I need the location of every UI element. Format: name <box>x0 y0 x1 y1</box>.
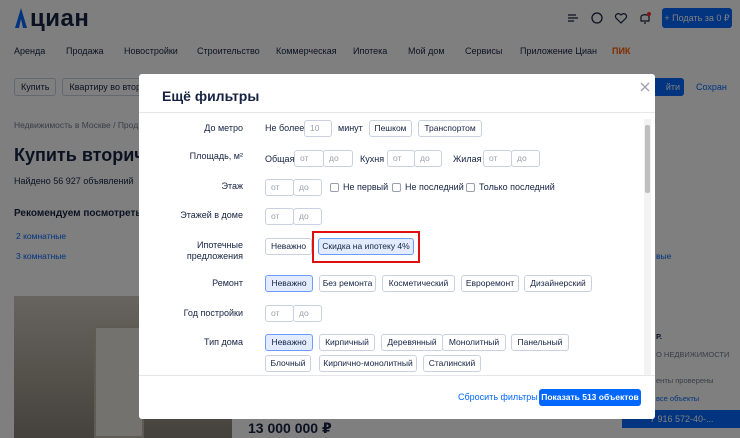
area-living-label: Жилая <box>453 154 482 164</box>
mortgage-label-line2: предложения <box>186 251 243 261</box>
metro-prefix: Не более <box>265 123 305 133</box>
not-first-label: Не первый <box>343 182 389 192</box>
modal-scrollbar[interactable] <box>644 119 651 375</box>
floor-label: Этаж <box>221 181 243 191</box>
house-type-wooden-button[interactable]: Деревянный <box>381 334 443 351</box>
only-last-checkbox[interactable] <box>466 183 475 192</box>
modal-title: Ещё фильтры <box>162 88 260 104</box>
repair-any-button[interactable]: Неважно <box>265 275 313 292</box>
only-last-label: Только последний <box>479 182 555 192</box>
area-kitchen-to[interactable]: до <box>414 150 442 167</box>
area-total-label: Общая <box>265 154 295 164</box>
house-type-label: Тип дома <box>204 337 243 347</box>
house-type-monolith-button[interactable]: Монолитный <box>442 334 506 351</box>
mortgage-label-line1: Ипотечные <box>196 240 243 250</box>
floors-total-label: Этажей в доме <box>180 210 243 220</box>
show-results-button[interactable]: Показать 513 объектов <box>539 389 641 406</box>
close-icon[interactable] <box>639 80 651 92</box>
mortgage-discount-button[interactable]: Скидка на ипотеку 4% <box>318 238 414 255</box>
header-divider <box>139 112 655 113</box>
house-type-panel-button[interactable]: Панельный <box>511 334 569 351</box>
scrollbar-thumb[interactable] <box>645 125 650 193</box>
not-last-label: Не последний <box>405 182 464 192</box>
house-type-any-button[interactable]: Неважно <box>265 334 313 351</box>
build-year-label: Год постройки <box>183 308 243 318</box>
area-kitchen-label: Кухня <box>360 154 385 164</box>
floor-to[interactable]: до <box>293 179 322 196</box>
house-type-brick-monolith-button[interactable]: Кирпично-монолитный <box>319 355 417 372</box>
footer-divider <box>139 375 655 376</box>
repair-euro-button[interactable]: Евроремонт <box>461 275 519 292</box>
metro-on-foot-button[interactable]: Пешком <box>369 120 412 137</box>
area-total-to[interactable]: до <box>323 150 353 167</box>
area-label: Площадь, м² <box>189 151 243 161</box>
metro-unit: минут <box>338 123 363 133</box>
area-living-from[interactable]: от <box>483 150 512 167</box>
build-year-from[interactable]: от <box>265 305 294 322</box>
metro-transport-button[interactable]: Транспортом <box>418 120 482 137</box>
repair-label: Ремонт <box>212 278 243 288</box>
floors-total-to[interactable]: до <box>293 208 322 225</box>
area-total-from[interactable]: от <box>294 150 324 167</box>
floors-total-from[interactable]: от <box>265 208 294 225</box>
more-filters-modal: Ещё фильтры До метро Не более 10 минут П… <box>139 74 655 419</box>
not-last-checkbox[interactable] <box>392 183 401 192</box>
floor-from[interactable]: от <box>265 179 294 196</box>
metro-label: До метро <box>204 123 243 133</box>
house-type-block-button[interactable]: Блочный <box>265 355 311 372</box>
house-type-stalin-button[interactable]: Сталинский <box>423 355 481 372</box>
area-living-to[interactable]: до <box>511 150 540 167</box>
repair-none-button[interactable]: Без ремонта <box>319 275 376 292</box>
metro-minutes-input[interactable]: 10 <box>304 120 332 137</box>
not-first-checkbox[interactable] <box>330 183 339 192</box>
build-year-to[interactable]: до <box>293 305 322 322</box>
reset-filters-link[interactable]: Сбросить фильтры <box>458 392 538 402</box>
house-type-brick-button[interactable]: Кирпичный <box>319 334 375 351</box>
repair-designer-button[interactable]: Дизайнерский <box>524 275 592 292</box>
mortgage-any-button[interactable]: Неважно <box>265 238 312 255</box>
repair-cosmetic-button[interactable]: Косметический <box>382 275 455 292</box>
area-kitchen-from[interactable]: от <box>387 150 415 167</box>
